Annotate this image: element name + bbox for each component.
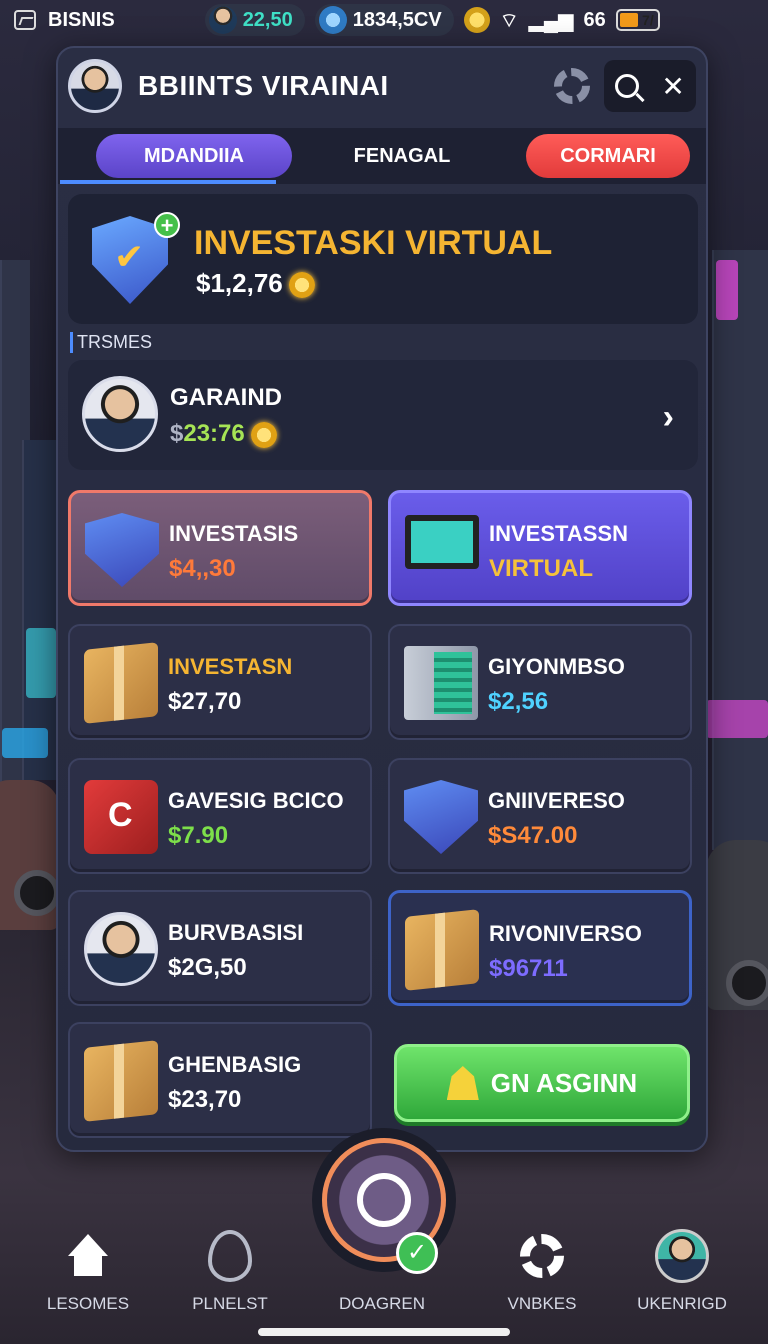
box-icon xyxy=(405,909,479,991)
search-icon[interactable] xyxy=(615,74,640,98)
laptop-icon xyxy=(405,515,479,569)
header-tools: ✕ xyxy=(604,60,696,112)
hero-value: $1,2,76 xyxy=(196,268,315,299)
tab-fenagal[interactable]: FENAGAL xyxy=(304,134,500,178)
investment-card[interactable]: BURVBASISI $2G,50 xyxy=(68,890,372,1006)
pin-icon xyxy=(208,1230,252,1282)
battery-label: 66 xyxy=(583,8,606,31)
card-value: $23,70 xyxy=(168,1086,242,1113)
player-avatar xyxy=(82,376,158,452)
investment-card[interactable]: GAVESIG BCICO $7.90 xyxy=(68,758,372,874)
card-name: GNIIVERESO xyxy=(488,788,625,813)
bell-icon xyxy=(446,1066,479,1100)
close-icon[interactable]: ✕ xyxy=(661,70,684,103)
active-tab-indicator xyxy=(60,180,276,184)
avatar-icon xyxy=(84,912,158,986)
card-value: $96711 xyxy=(489,955,568,982)
avatar-icon xyxy=(208,6,237,34)
battery-pct: 7/ xyxy=(642,12,654,28)
coin-icon xyxy=(463,7,490,33)
wifi-icon: ⌔ xyxy=(499,9,519,32)
nav-label: UKENRIGD xyxy=(637,1294,727,1313)
battery-icon: 7/ xyxy=(615,9,660,31)
card-name: INVESTASSN xyxy=(489,521,628,546)
home-icon xyxy=(66,1234,110,1278)
card-name: RIVONIVERSO xyxy=(489,921,642,946)
home-indicator[interactable] xyxy=(258,1328,510,1336)
investment-card[interactable]: INVESTASN $27,70 xyxy=(68,624,372,740)
shield-icon xyxy=(404,780,478,854)
card-value: $7.90 xyxy=(168,822,229,849)
card-name: GHENBASIG xyxy=(168,1052,302,1077)
gear-icon xyxy=(520,1234,564,1278)
card-name: INVESTASIS xyxy=(169,521,299,546)
section-label: TRSMES xyxy=(70,332,152,353)
card-name: BURVBASISI xyxy=(168,920,304,945)
nav-item-settings[interactable]: VNBKES xyxy=(472,1228,612,1314)
coin-icon xyxy=(288,272,315,299)
investment-card[interactable]: INVESTASSN VIRTUAL xyxy=(388,490,692,606)
page-title: BBIINTS VIRAINAI xyxy=(138,70,389,101)
balance-pill[interactable]: 22,50 xyxy=(204,4,305,36)
app-icon xyxy=(14,10,36,30)
clock-shield-icon xyxy=(85,513,159,587)
check-icon: ✓ xyxy=(396,1232,438,1274)
tab-bar: MDANDIIA FENAGAL CORMARI xyxy=(58,128,706,184)
player-row[interactable]: GARAIND $23:76 › xyxy=(68,360,698,470)
card-value: $4,,30 xyxy=(169,555,236,582)
card-name: GAVESIG BCICO xyxy=(168,788,344,813)
tab-cormari[interactable]: CORMARI xyxy=(526,134,690,178)
investment-card[interactable]: GHENBASIG $23,70 xyxy=(68,1022,372,1138)
nav-item-home[interactable]: LESOMES xyxy=(18,1228,158,1314)
brand-label: BISNIS xyxy=(48,8,115,31)
nav-label: PLNELST xyxy=(192,1294,268,1313)
main-panel: BBIINTS VIRAINAI ✕ MDANDIIA FENAGAL CORM… xyxy=(56,46,708,1152)
card-name: GIYONMBSO xyxy=(488,654,625,679)
center-action-icon xyxy=(357,1173,411,1227)
card-value: $2,56 xyxy=(488,688,549,715)
nav-label: VNBKES xyxy=(507,1294,577,1313)
hero-card[interactable]: + INVESTASKI VIRTUAL $1,2,76 xyxy=(68,194,698,324)
gems-value: 1834,5CV xyxy=(352,8,442,31)
hero-title: INVESTASKI VIRTUAL xyxy=(194,224,553,262)
profile-icon xyxy=(655,1229,709,1283)
nav-label: DOAGREN xyxy=(339,1294,425,1313)
card-value: $27,70 xyxy=(168,688,242,715)
user-avatar[interactable] xyxy=(68,59,122,113)
card-value: $S47.00 xyxy=(488,822,578,849)
investment-card[interactable]: RIVONIVERSO $96711 xyxy=(388,890,692,1006)
nav-label: LESOMES xyxy=(46,1294,130,1313)
signal-icon: ▂▄▆ xyxy=(528,9,574,32)
settings-gear-icon[interactable] xyxy=(554,68,590,104)
red-cube-icon xyxy=(84,780,158,854)
gems-pill[interactable]: 1834,5CV xyxy=(314,4,454,36)
balance-value: 22,50 xyxy=(242,8,293,31)
player-name: GARAIND xyxy=(170,384,282,411)
investment-card[interactable]: INVESTASIS $4,,30 xyxy=(68,490,372,606)
plus-icon: + xyxy=(154,212,180,238)
go-assign-button[interactable]: GN ASGINN xyxy=(394,1044,690,1122)
status-bar: BISNIS 22,50 1834,5CV ⌔ ▂▄▆ 66 7/ xyxy=(0,0,768,40)
player-amount: $23:76 xyxy=(170,420,277,448)
coin-icon xyxy=(250,421,277,448)
nav-item-profile[interactable]: UKENRIGD xyxy=(612,1228,752,1314)
box-icon xyxy=(84,642,158,724)
chevron-right-icon[interactable]: › xyxy=(663,398,674,437)
panel-header: BBIINTS VIRAINAI ✕ xyxy=(58,48,706,124)
nav-item-map[interactable]: PLNELST xyxy=(160,1228,300,1314)
gem-icon xyxy=(318,6,347,34)
investment-card[interactable]: GNIIVERESO $S47.00 xyxy=(388,758,692,874)
investment-card[interactable]: GIYONMBSO $2,56 xyxy=(388,624,692,740)
server-icon xyxy=(404,646,478,720)
card-value: $2G,50 xyxy=(168,954,247,981)
nav-item-center[interactable]: DOAGREN xyxy=(312,1294,452,1314)
go-button-label: GN ASGINN xyxy=(490,1067,638,1098)
tab-mdandiia[interactable]: MDANDIIA xyxy=(96,134,292,178)
box-icon xyxy=(84,1040,158,1122)
card-name: INVESTASN xyxy=(168,654,293,679)
card-value: VIRTUAL xyxy=(489,555,593,582)
